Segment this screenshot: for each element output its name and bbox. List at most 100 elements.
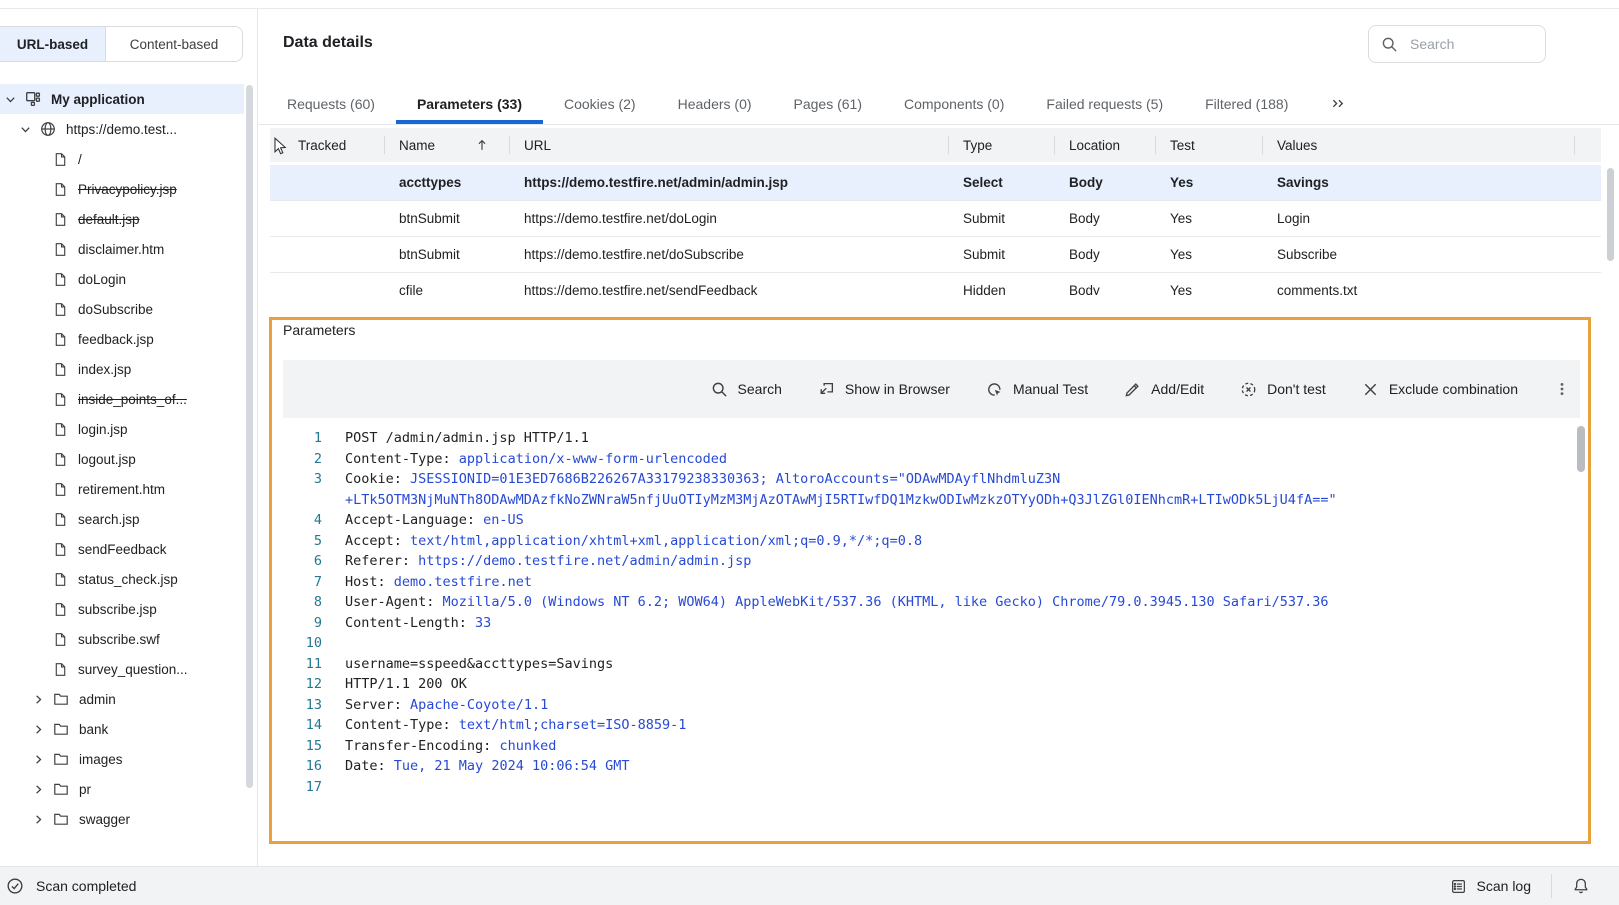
view-tab-content-based[interactable]: Content-based [105,27,242,61]
tree-item-my-application[interactable]: My application [0,84,244,114]
view-tab-url-based[interactable]: URL-based [0,27,105,61]
cell-name: accttypes [384,175,509,190]
tab-failed-requests-5[interactable]: Failed requests (5) [1025,83,1184,124]
scan-log-button[interactable]: Scan log [1450,878,1531,895]
tree-item-root[interactable]: / [0,144,244,174]
cell-location: Body [1054,283,1155,295]
column-header-tracked[interactable]: Tracked [270,128,384,162]
tree-item-status-check-jsp[interactable]: status_check.jsp [0,564,244,594]
chevron-right-icon[interactable] [32,693,45,706]
chevron-right-icon[interactable] [32,753,45,766]
tree-item-sendfeedback[interactable]: sendFeedback [0,534,244,564]
tree-item-host[interactable]: https://demo.test... [0,114,244,144]
column-header-name[interactable]: Name [384,128,509,162]
table-row[interactable]: accttypeshttps://demo.testfire.net/admin… [270,165,1601,201]
tree-item-dosubscribe[interactable]: doSubscribe [0,294,244,324]
detail-panel-title: Parameters [283,322,355,338]
toolbar-button-exclude-combination[interactable]: Exclude combination [1362,381,1518,398]
tree-item-privacypolicy-jsp[interactable]: Privacypolicy.jsp [0,174,244,204]
toolbar-button-don-t-test[interactable]: Don't test [1240,381,1326,398]
tab-pages-61[interactable]: Pages (61) [773,83,883,124]
column-header-type[interactable]: Type [948,128,1054,162]
cell-test: Yes [1155,247,1262,262]
tree-item-feedback-jsp[interactable]: feedback.jsp [0,324,244,354]
file-icon [52,152,68,167]
toolbar-button-search[interactable]: Search [711,381,782,398]
file-icon [52,572,68,587]
column-header-url[interactable]: URL [509,128,948,162]
cell-type: Select [948,175,1054,190]
tree-item-dologin[interactable]: doLogin [0,264,244,294]
tree-item-index-jsp[interactable]: index.jsp [0,354,244,384]
toolbar-button-show-in-browser[interactable]: Show in Browser [818,381,950,398]
column-header-location[interactable]: Location [1054,128,1155,162]
file-icon [52,422,68,437]
notifications-bell-icon[interactable] [1572,877,1590,895]
code-text: Accept-Language: en-US [345,510,524,531]
search-box[interactable] [1368,25,1546,63]
chevron-down-icon[interactable] [4,93,17,106]
table-row[interactable]: btnSubmithttps://demo.testfire.net/doLog… [270,201,1601,237]
folder-icon [53,721,69,737]
tree-item-logout-jsp[interactable]: logout.jsp [0,444,244,474]
chevron-down-icon[interactable] [19,123,32,136]
table-scrollbar-thumb[interactable] [1607,168,1614,261]
cell-url: https://demo.testfire.net/admin/admin.js… [509,175,948,190]
tree-folder-bank[interactable]: bank [0,714,244,744]
tab-components-0[interactable]: Components (0) [883,83,1025,124]
cell-test: Yes [1155,283,1262,295]
column-header-values[interactable]: Values [1262,128,1574,162]
line-number: 16 [272,756,345,777]
tree-item-label: images [79,752,123,767]
tree-item-default-jsp[interactable]: default.jsp [0,204,244,234]
tab-parameters-33[interactable]: Parameters (33) [396,83,543,124]
status-bar-separator [1551,874,1552,898]
cell-test: Yes [1155,175,1262,190]
search-input[interactable] [1408,35,1533,53]
table-row[interactable]: btnSubmithttps://demo.testfire.net/doSub… [270,237,1601,273]
code-text: Date: Tue, 21 May 2024 10:06:54 GMT [345,756,629,777]
line-number: 7 [272,572,345,593]
toolbar-button-manual-test[interactable]: Manual Test [986,381,1088,398]
scan-log-icon [1450,878,1467,895]
tree-item-disclaimer-htm[interactable]: disclaimer.htm [0,234,244,264]
tree-item-subscribe-jsp[interactable]: subscribe.jsp [0,594,244,624]
code-line: 1POST /admin/admin.jsp HTTP/1.1 [272,428,1572,449]
tabs-overflow-button[interactable] [1315,83,1362,124]
tab-requests-60[interactable]: Requests (60) [266,83,396,124]
manual-test-icon [986,381,1003,398]
table-row[interactable]: cfilehttps://demo.testfire.net/sendFeedb… [270,273,1601,295]
file-icon [52,602,68,617]
column-header-test[interactable]: Test [1155,128,1262,162]
tree-item-label: login.jsp [78,422,128,437]
code-text: Cookie: JSESSIONID=01E3ED7686B226267A331… [345,469,1060,490]
more-options-button[interactable] [1554,381,1570,397]
chevron-right-icon[interactable] [32,783,45,796]
file-icon [52,212,68,227]
file-icon [52,452,68,467]
line-number: 12 [272,674,345,695]
tree-folder-pr[interactable]: pr [0,774,244,804]
tree-item-login-jsp[interactable]: login.jsp [0,414,244,444]
toolbar-button-add-edit[interactable]: Add/Edit [1124,381,1204,398]
tree-item-subscribe-swf[interactable]: subscribe.swf [0,624,244,654]
tabs-divider [258,124,1619,125]
tab-cookies-2[interactable]: Cookies (2) [543,83,657,124]
line-number: 13 [272,695,345,716]
chevron-right-icon[interactable] [32,813,45,826]
search-icon [711,381,728,398]
tree-folder-swagger[interactable]: swagger [0,804,244,834]
tree-item-label: Privacypolicy.jsp [78,182,177,197]
tree-item-search-jsp[interactable]: search.jsp [0,504,244,534]
tree-scrollbar-thumb[interactable] [246,85,253,788]
tab-filtered-188[interactable]: Filtered (188) [1184,83,1309,124]
tree-item-retirement-htm[interactable]: retirement.htm [0,474,244,504]
chevron-right-icon[interactable] [32,723,45,736]
cell-type: Submit [948,247,1054,262]
tree-folder-images[interactable]: images [0,744,244,774]
code-scrollbar-thumb[interactable] [1577,426,1585,472]
tree-item-survey-question[interactable]: survey_question... [0,654,244,684]
tab-headers-0[interactable]: Headers (0) [657,83,773,124]
tree-folder-admin[interactable]: admin [0,684,244,714]
tree-item-inside-points-of[interactable]: inside_points_of... [0,384,244,414]
